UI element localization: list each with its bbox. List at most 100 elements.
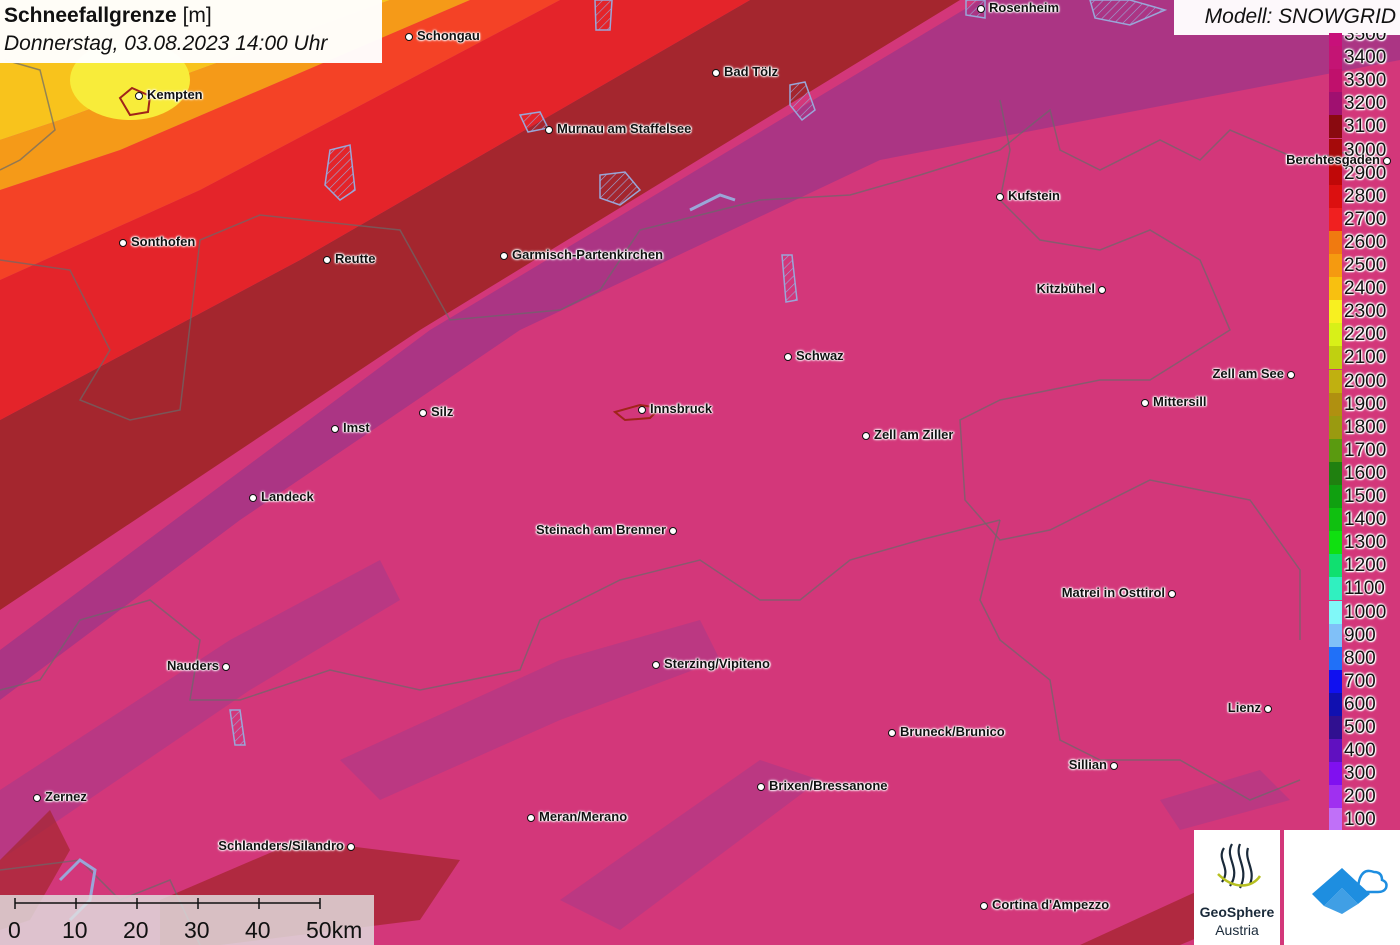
legend-swatch	[1329, 115, 1342, 139]
legend-item: 2200	[1329, 323, 1400, 347]
city-dot-icon	[1383, 157, 1391, 165]
city-label: Imst	[343, 420, 370, 435]
city-dot-icon	[347, 843, 355, 851]
model-panel: Modell: SNOWGRID	[1174, 0, 1400, 35]
legend-item: 2400	[1329, 277, 1400, 301]
legend-label: 2300	[1344, 301, 1387, 323]
snowfall-map[interactable]	[0, 0, 1400, 945]
legend-label: 3100	[1344, 116, 1387, 138]
legend-label: 1300	[1344, 532, 1387, 554]
city-label: Sillian	[1068, 757, 1107, 772]
city-dot-icon	[996, 193, 1004, 201]
city-label: Reutte	[335, 251, 376, 266]
legend-label: 1900	[1344, 393, 1387, 415]
city-label: Kufstein	[1008, 188, 1060, 203]
legend-swatch	[1329, 762, 1342, 786]
legend-swatch	[1329, 461, 1342, 485]
city-dot-icon	[757, 783, 765, 791]
legend-label: 2200	[1344, 324, 1387, 346]
city-dot-icon	[1168, 590, 1176, 598]
city-label: Sterzing/Vipiteno	[664, 656, 770, 671]
legend-item: 1800	[1329, 415, 1400, 439]
legend-swatch	[1329, 92, 1342, 116]
legend-label: 400	[1344, 740, 1376, 762]
map-datetime: Donnerstag, 03.08.2023 14:00 Uhr	[4, 32, 328, 55]
city-dot-icon	[669, 527, 677, 535]
scale-tick: 0	[8, 917, 21, 943]
legend-item: 900	[1329, 623, 1400, 647]
scale-tick: 40	[245, 917, 271, 943]
legend-item: 1500	[1329, 485, 1400, 509]
city-dot-icon	[323, 256, 331, 264]
title-panel: Schneefallgrenze [m] Donnerstag, 03.08.2…	[0, 0, 382, 63]
legend-label: 1800	[1344, 416, 1387, 438]
lake	[594, 0, 613, 31]
legend-item: 1200	[1329, 554, 1400, 578]
city-dot-icon	[135, 92, 143, 100]
legend-swatch	[1329, 254, 1342, 278]
geosphere-logo-line1: GeoSphere	[1199, 904, 1275, 920]
city-label: Landeck	[261, 489, 314, 504]
city-dot-icon	[545, 126, 553, 134]
city-dot-icon	[1110, 762, 1118, 770]
legend-label: 1600	[1344, 462, 1387, 484]
city-label: Innsbruck	[650, 401, 713, 416]
city-dot-icon	[331, 425, 339, 433]
legend-item: 3400	[1329, 46, 1400, 70]
city-label: Lienz	[1227, 700, 1261, 715]
legend-label: 800	[1344, 647, 1376, 669]
city-dot-icon	[977, 5, 985, 13]
city-label: Schwaz	[796, 348, 844, 363]
legend-item: 2000	[1329, 369, 1400, 393]
city-label: Cortina d'Ampezzo	[992, 897, 1110, 912]
legend-swatch	[1329, 508, 1342, 532]
legend-label: 1500	[1344, 486, 1387, 507]
legend-swatch	[1329, 531, 1342, 555]
city-label: Matrei in Osttirol	[1061, 585, 1165, 600]
geosphere-logo-line2: Austria	[1215, 922, 1259, 938]
legend-item: 1900	[1329, 392, 1400, 416]
city-dot-icon	[527, 814, 535, 822]
legend-item: 3200	[1329, 92, 1400, 116]
legend-label: 600	[1344, 693, 1376, 715]
legend-swatch	[1329, 184, 1342, 208]
legend-label: 500	[1344, 717, 1376, 738]
legend-label: 2000	[1344, 370, 1387, 392]
city-label: Brixen/Bressanone	[769, 778, 888, 793]
city-label: Steinach am Brenner	[535, 522, 666, 537]
legend-swatch	[1329, 577, 1342, 601]
legend-label: 2800	[1344, 185, 1387, 207]
legend-swatch	[1329, 323, 1342, 347]
weather-app-logo-icon	[1312, 868, 1388, 914]
legend-label: 1000	[1344, 601, 1387, 623]
legend-swatch	[1329, 300, 1342, 324]
scale-tick: 10	[62, 917, 88, 943]
city-label: Berchtesgaden	[1286, 152, 1380, 167]
legend-item: 1100	[1329, 577, 1400, 601]
legend-item: 3100	[1329, 115, 1400, 139]
city-label: Zernez	[45, 789, 87, 804]
geosphere-logo[interactable]: GeoSphere Austria	[1194, 830, 1280, 945]
legend-swatch	[1329, 554, 1342, 578]
legend-swatch	[1329, 346, 1342, 370]
legend-swatch	[1329, 277, 1342, 301]
weather-app-logo[interactable]	[1284, 830, 1400, 945]
city-label: Kitzbühel	[1036, 281, 1096, 296]
legend-label: 200	[1344, 786, 1376, 808]
legend-swatch	[1329, 669, 1342, 693]
city-dot-icon	[1287, 371, 1295, 379]
legend-item: 600	[1329, 692, 1400, 716]
city-label: Murnau am Staffelsee	[557, 121, 692, 136]
city-label: Rosenheim	[989, 0, 1060, 15]
city-dot-icon	[888, 729, 896, 737]
legend-label: 900	[1344, 624, 1376, 646]
legend-swatch	[1329, 392, 1342, 416]
legend-label: 1200	[1344, 555, 1387, 577]
city-dot-icon	[419, 409, 427, 417]
legend-label: 3500	[1344, 33, 1387, 45]
legend-label: 2100	[1344, 347, 1387, 369]
city-dot-icon	[500, 252, 508, 260]
legend-item: 2700	[1329, 207, 1400, 231]
model-label: Modell: SNOWGRID	[1204, 5, 1396, 28]
legend-item: 2300	[1329, 300, 1400, 324]
